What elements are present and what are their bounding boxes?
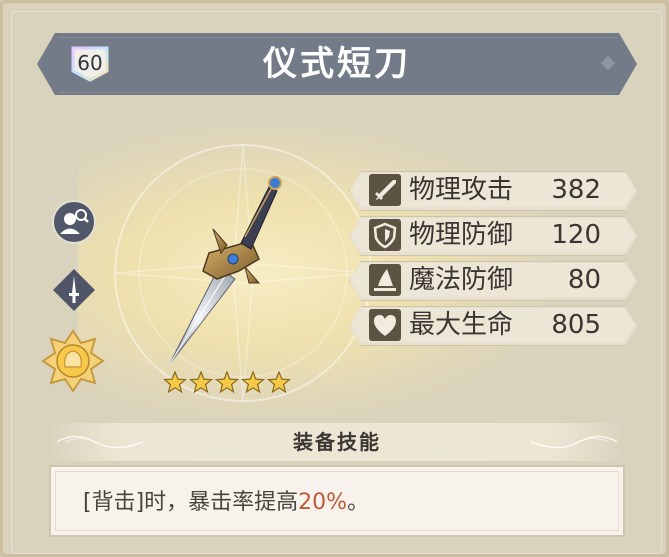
star-icon bbox=[214, 371, 240, 394]
stat-label: 魔法防御 bbox=[409, 265, 514, 295]
stat-label: 最大生命 bbox=[409, 310, 514, 340]
dagger-type-icon[interactable] bbox=[51, 267, 97, 313]
wizard-hat-icon bbox=[369, 264, 401, 296]
stat-row-physical-defense: 物理防御 120 bbox=[349, 216, 637, 256]
stat-value: 80 bbox=[567, 265, 601, 295]
star-icon bbox=[188, 371, 214, 394]
sword-icon bbox=[369, 174, 401, 206]
rarity-stars bbox=[163, 371, 292, 394]
star-icon bbox=[240, 371, 266, 394]
stat-label: 物理防御 bbox=[409, 220, 514, 250]
heart-icon bbox=[369, 309, 401, 341]
skill-header: 装备技能 bbox=[49, 423, 625, 461]
stat-value: 120 bbox=[551, 220, 601, 250]
skill-text-prefix: [背击]时，暴击率提高 bbox=[83, 490, 299, 515]
stat-row-physical-attack: 物理攻击 382 bbox=[349, 171, 637, 211]
gold-flower-emblem-icon[interactable] bbox=[41, 329, 105, 393]
stat-label: 物理攻击 bbox=[409, 175, 514, 205]
stat-row-max-hp: 最大生命 805 bbox=[349, 306, 637, 346]
skill-highlight-value: 20% bbox=[298, 490, 348, 515]
dagger-weapon-image bbox=[168, 176, 282, 366]
shield-icon bbox=[369, 219, 401, 251]
skill-description: [背击]时，暴击率提高20%。 bbox=[83, 467, 369, 539]
inspect-figure-icon[interactable] bbox=[51, 199, 97, 245]
equipment-detail-panel: 60 仪式短刀 物理攻击 382 物理防御 120 魔法防御 80 最大生命 8… bbox=[0, 0, 669, 557]
item-name: 仪式短刀 bbox=[263, 44, 411, 84]
star-icon bbox=[266, 371, 292, 394]
stat-value: 805 bbox=[551, 310, 601, 340]
skill-section-title: 装备技能 bbox=[293, 430, 381, 454]
stat-row-magic-defense: 魔法防御 80 bbox=[349, 261, 637, 301]
skill-text-suffix: 。 bbox=[347, 490, 370, 515]
skill-description-box: [背击]时，暴击率提高20%。 bbox=[49, 465, 625, 537]
star-icon bbox=[163, 371, 188, 394]
stat-value: 382 bbox=[551, 175, 601, 205]
